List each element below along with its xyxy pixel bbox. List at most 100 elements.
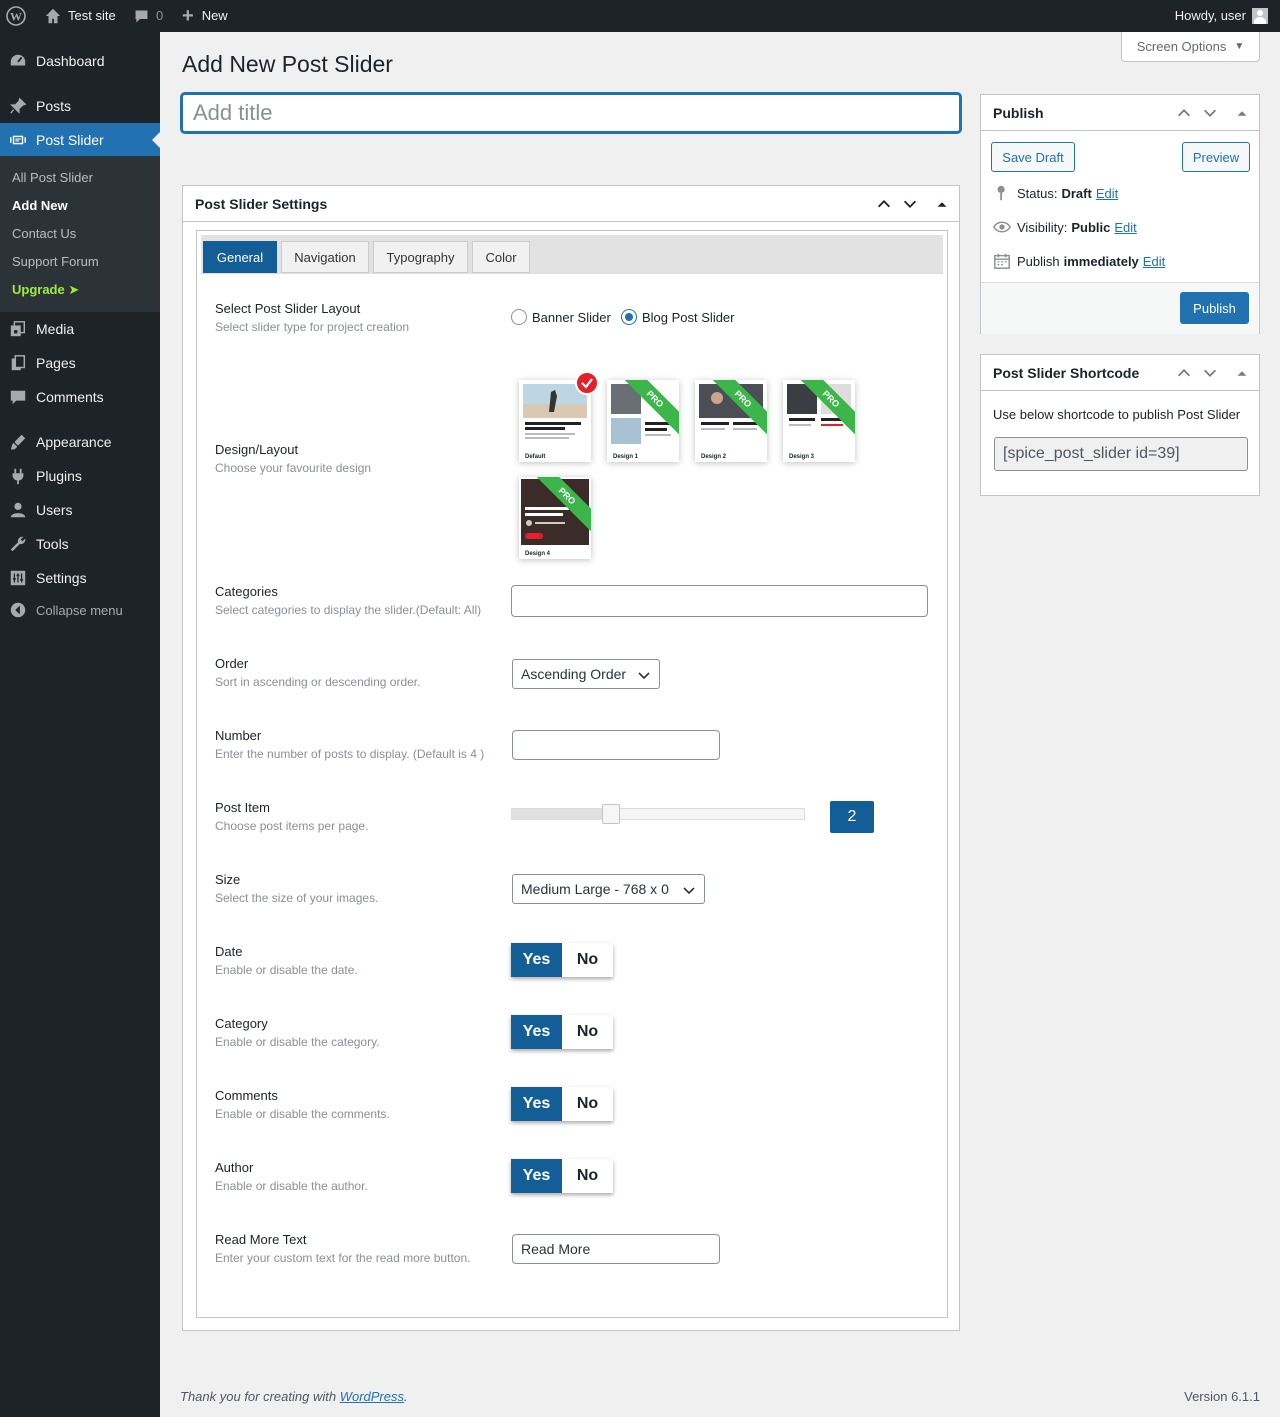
- field-label: Select Post Slider Layout: [215, 301, 361, 316]
- save-draft-button[interactable]: Save Draft: [991, 142, 1075, 172]
- menu-item-users[interactable]: Users: [0, 493, 160, 527]
- design-name: Default: [525, 454, 546, 460]
- site-name-link[interactable]: Test site: [44, 0, 116, 32]
- order-select[interactable]: Ascending Order: [512, 659, 660, 689]
- toggle-no[interactable]: No: [562, 1015, 613, 1049]
- toggle-yes[interactable]: Yes: [511, 1087, 562, 1121]
- field-post-item: Post Item Choose post items per page.: [215, 800, 368, 833]
- slides-icon: [10, 135, 26, 145]
- postbox-title: Post Slider Settings: [195, 196, 328, 212]
- comments-toggle[interactable]: Yes No: [511, 1087, 613, 1121]
- collapse-menu[interactable]: Collapse menu: [0, 593, 160, 627]
- menu-item-comments[interactable]: Comments: [0, 380, 160, 414]
- toggle-panel-icon[interactable]: [933, 195, 951, 213]
- categories-input[interactable]: [511, 585, 928, 617]
- post-slider-settings-box: Post Slider Settings General Navigation …: [182, 185, 960, 1331]
- visibility-value: Public: [1071, 219, 1111, 235]
- account-menu[interactable]: Howdy, user: [1175, 0, 1268, 32]
- menu-item-posts[interactable]: Posts: [0, 89, 160, 123]
- tab-typography[interactable]: Typography: [373, 241, 468, 273]
- field-label: Category: [215, 1016, 268, 1031]
- menu-item-tools[interactable]: Tools: [0, 527, 160, 561]
- toggle-panel-icon[interactable]: [1233, 104, 1251, 122]
- wordpress-link[interactable]: WordPress: [340, 1389, 404, 1404]
- design-option-4[interactable]: PRO Design 4: [519, 477, 591, 559]
- menu-item-dashboard[interactable]: Dashboard: [0, 44, 160, 78]
- chevron-up-icon[interactable]: [1175, 104, 1193, 122]
- design-option-2[interactable]: PRO Design 2: [695, 380, 767, 462]
- edit-visibility-link[interactable]: Edit: [1114, 220, 1136, 235]
- toggle-no[interactable]: No: [562, 1159, 613, 1193]
- read-more-input[interactable]: [512, 1234, 720, 1264]
- radio-banner-slider[interactable]: Banner Slider: [511, 309, 611, 325]
- screen-options-label: Screen Options: [1136, 39, 1227, 54]
- field-description: Enable or disable the author.: [215, 1179, 368, 1193]
- chevron-up-icon[interactable]: [1175, 364, 1193, 382]
- submenu-contact-us[interactable]: Contact Us: [12, 226, 76, 241]
- shortcode-field[interactable]: [994, 437, 1248, 471]
- chevron-up-icon[interactable]: [875, 195, 893, 213]
- postbox-header: Post Slider Settings: [183, 186, 959, 222]
- size-select[interactable]: Medium Large - 768 x 0: [512, 874, 705, 904]
- menu-item-post-slider[interactable]: Post Slider: [0, 123, 160, 157]
- publish-button[interactable]: Publish: [1180, 292, 1249, 324]
- design-option-1[interactable]: PRO Design 1: [607, 380, 679, 462]
- caret-down-icon: ▼: [1234, 41, 1245, 52]
- new-label: New: [201, 8, 228, 23]
- chevron-down-icon[interactable]: [901, 195, 919, 213]
- tab-color[interactable]: Color: [472, 241, 530, 273]
- design-option-3[interactable]: PRO Design 3: [783, 380, 855, 462]
- submenu-support-forum[interactable]: Support Forum: [12, 254, 99, 269]
- avatar: [1252, 8, 1268, 24]
- howdy-text: Howdy, user: [1174, 8, 1246, 23]
- field-description: Select slider type for project creation: [215, 320, 410, 334]
- screen-options-button[interactable]: Screen Options ▼: [1121, 32, 1260, 62]
- toggle-yes[interactable]: Yes: [511, 943, 562, 977]
- toggle-no[interactable]: No: [562, 943, 613, 977]
- field-label: Order: [215, 656, 249, 671]
- post-title-input[interactable]: [181, 93, 961, 133]
- chevron-down-icon[interactable]: [1201, 364, 1219, 382]
- radio-blog-post-slider[interactable]: Blog Post Slider: [621, 309, 735, 325]
- toggle-panel-icon[interactable]: [1233, 364, 1251, 382]
- field-description: Enable or disable the category.: [215, 1035, 380, 1049]
- tab-general[interactable]: General: [203, 241, 277, 273]
- edit-schedule-link[interactable]: Edit: [1143, 254, 1165, 269]
- post-item-slider-track[interactable]: [511, 804, 805, 824]
- submenu-add-new[interactable]: Add New: [12, 198, 68, 213]
- field-label: Author: [215, 1160, 254, 1175]
- menu-item-settings[interactable]: Settings: [0, 561, 160, 595]
- wordpress-logo-icon[interactable]: W: [6, 0, 28, 32]
- edit-status-link[interactable]: Edit: [1096, 186, 1118, 201]
- field-date: Date Enable or disable the date.: [215, 944, 358, 977]
- radio-label: Blog Post Slider: [642, 309, 735, 325]
- category-toggle[interactable]: Yes No: [511, 1015, 613, 1049]
- tab-navigation[interactable]: Navigation: [281, 241, 369, 273]
- new-content-link[interactable]: + New: [182, 0, 228, 32]
- number-input[interactable]: [512, 730, 720, 760]
- menu-label: Settings: [36, 570, 87, 586]
- chevron-down-icon[interactable]: [1201, 104, 1219, 122]
- menu-item-media[interactable]: Media: [0, 312, 160, 346]
- date-toggle[interactable]: Yes No: [511, 943, 613, 977]
- submenu-upgrade[interactable]: Upgrade ➤: [12, 282, 79, 298]
- menu-item-appearance[interactable]: Appearance: [0, 425, 160, 459]
- menu-item-pages[interactable]: Pages: [0, 346, 160, 380]
- preview-button[interactable]: Preview: [1182, 142, 1250, 172]
- size-value: Medium Large - 768 x 0: [521, 881, 669, 897]
- dashboard-icon: [10, 54, 26, 66]
- pages-icon: [11, 355, 26, 371]
- admin-menu: Dashboard Posts Post Slider All Post Sli…: [0, 32, 160, 1417]
- comments-link[interactable]: 0: [133, 0, 163, 32]
- toggle-yes[interactable]: Yes: [511, 1015, 562, 1049]
- submenu-all-post-slider[interactable]: All Post Slider: [12, 170, 93, 185]
- toggle-no[interactable]: No: [562, 1087, 613, 1121]
- calendar-icon: [994, 253, 1010, 269]
- postbox-title: Publish: [993, 105, 1044, 121]
- slider-handle[interactable]: [602, 804, 620, 824]
- toggle-yes[interactable]: Yes: [511, 1159, 562, 1193]
- postbox-header: Post Slider Shortcode: [981, 355, 1259, 391]
- menu-item-plugins[interactable]: Plugins: [0, 459, 160, 493]
- author-toggle[interactable]: Yes No: [511, 1159, 613, 1193]
- field-description: Enter the number of posts to display. (D…: [215, 747, 485, 761]
